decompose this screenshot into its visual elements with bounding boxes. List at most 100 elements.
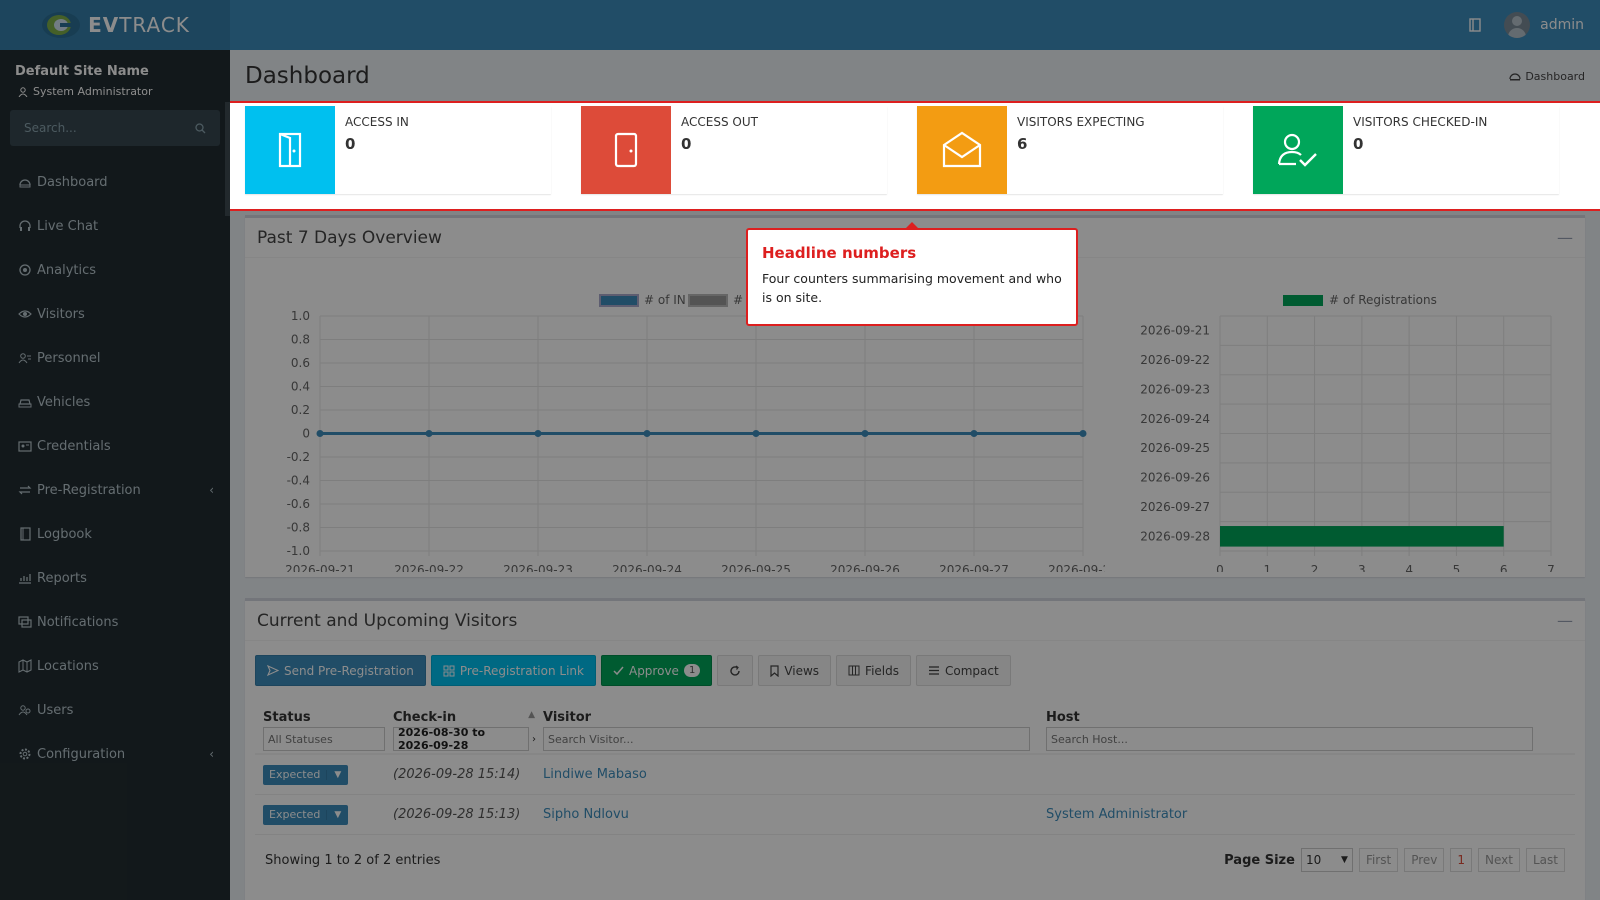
qrcode-icon [443,665,455,676]
x-tick-label: 2026-09-27 [939,563,1009,572]
chevron-right-icon[interactable]: › [532,734,536,745]
app-logo[interactable]: EVTRACK [0,0,230,50]
legend-label-in: # of IN [644,293,686,307]
stat-visitors-expecting[interactable]: VISITORS EXPECTING 6 [917,106,1223,194]
reports-icon [19,574,31,584]
visitor-search-input[interactable]: Search Visitor... [543,727,1030,751]
first-page-button[interactable]: First [1358,848,1399,872]
compact-button[interactable]: Compact [916,655,1011,686]
send-icon [267,665,279,676]
data-point [534,430,542,437]
y-tick-label: -1.0 [287,544,310,558]
search-icon[interactable] [195,122,206,134]
user-name: admin [1540,17,1584,33]
y-tick-label: 2026-09-21 [1140,324,1210,338]
user-menu[interactable]: admin [1504,12,1584,38]
legend-label-out: # [733,293,743,307]
refresh-button[interactable] [717,655,754,686]
sidebar-item-pre-registration[interactable]: Pre-Registration ‹ [0,468,230,512]
host-link[interactable]: System Administrator [1046,807,1566,822]
views-button[interactable]: Views [758,655,832,686]
sidebar-item-personnel[interactable]: Personnel [0,336,230,380]
page-size-select[interactable]: 10 ▼ [1300,848,1353,872]
collapse-icon[interactable]: — [1557,611,1573,630]
table-row[interactable]: Expected ▼ (2026-09-28 15:13) Sipho Ndlov… [255,795,1575,835]
sidebar-menu: Dashboard Live Chat Analytics Visitors P… [0,160,230,776]
sort-asc-icon: ▲ [528,710,535,720]
status-dropdown-button[interactable]: Expected ▼ [263,804,349,825]
users-icon [18,705,31,716]
table-row[interactable]: Expected ▼ (2026-09-28 15:14) Lindiwe Mab… [255,755,1575,795]
sidebar-item-reports[interactable]: Reports [0,556,230,600]
checkin-date-range[interactable]: 2026-08-30 to 2026-09-28 [393,726,529,752]
analytics-icon [19,264,31,276]
gear-icon [19,748,31,760]
caret-down-icon: ▼ [326,769,348,780]
approve-button[interactable]: Approve 1 [600,655,713,686]
prev-page-button[interactable]: Prev [1404,848,1445,872]
data-point [425,430,433,437]
fields-button[interactable]: Fields [836,655,911,686]
pre-registration-link-button[interactable]: Pre-Registration Link [430,655,596,686]
legend-swatch-out [688,294,728,307]
x-tick-label: 1 [1263,563,1271,572]
list-icon [929,666,939,675]
dashboard-icon [19,179,31,188]
headset-icon [19,220,31,231]
sidebar-item-vehicles[interactable]: Vehicles [0,380,230,424]
user-icon [18,86,28,97]
status-filter[interactable]: All Statuses [263,727,385,751]
x-tick-label: 7 [1547,563,1555,572]
tooltip-body: Four counters summarising movement and w… [762,271,1062,305]
send-pre-registration-button[interactable]: Send Pre-Registration [255,655,426,686]
approve-count-badge: 1 [683,664,701,677]
sidebar-item-notifications[interactable]: Notifications [0,600,230,644]
x-tick-label: 0 [1216,563,1224,572]
stat-access-in[interactable]: ACCESS IN 0 [245,106,551,194]
host-search-input[interactable]: Search Host... [1046,727,1533,751]
sidebar-item-live-chat[interactable]: Live Chat [0,204,230,248]
search-input[interactable]: Search... [24,121,195,135]
column-checkin[interactable]: Check-in ▲ [393,710,543,725]
visitor-link[interactable]: Lindiwe Mabaso [543,767,1046,782]
x-tick-label: 2026-09-23 [503,563,573,572]
sidebar-item-logbook[interactable]: Logbook [0,512,230,556]
legend-swatch-registrations [1283,295,1323,306]
stat-visitors-checked-in[interactable]: VISITORS CHECKED-IN 0 [1253,106,1559,194]
id-card-icon [18,441,32,452]
collapse-icon[interactable]: — [1557,228,1573,247]
visitor-link[interactable]: Sipho Ndlovu [543,807,1046,822]
breadcrumb[interactable]: Dashboard [1509,70,1585,83]
status-dropdown-button[interactable]: Expected ▼ [263,764,349,785]
column-host[interactable]: Host [1046,710,1566,725]
car-icon [18,399,32,408]
page-1-button[interactable]: 1 [1450,848,1473,872]
stat-label: ACCESS OUT [681,115,758,129]
envelope-open-icon [917,106,1007,194]
sidebar-item-locations[interactable]: Locations [0,644,230,688]
sidebar-item-visitors[interactable]: Visitors [0,292,230,336]
stats-row: ACCESS IN 0 ACCESS OUT 0 VISITORS EXPECTIN… [230,101,1600,211]
stat-access-out[interactable]: ACCESS OUT 0 [581,106,887,194]
last-page-button[interactable]: Last [1526,848,1565,872]
check-icon [613,666,624,675]
book-icon[interactable] [1468,18,1482,32]
next-page-button[interactable]: Next [1478,848,1520,872]
y-tick-label: 0.6 [291,356,310,370]
sidebar-item-configuration[interactable]: Configuration ‹ [0,732,230,776]
sidebar-item-analytics[interactable]: Analytics [0,248,230,292]
bar-chart: # of Registrations 0 1 2 3 4 5 6 7 2026-09-21 2026… [1140,293,1555,572]
column-status[interactable]: Status [255,710,393,725]
data-point [1079,430,1087,437]
column-visitor[interactable]: Visitor [543,710,1046,725]
y-tick-label: -0.4 [287,474,310,488]
refresh-icon [730,665,741,676]
x-tick-label: 2026-09-25 [721,563,791,572]
sidebar-item-credentials[interactable]: Credentials [0,424,230,468]
visitors-title: Current and Upcoming Visitors [257,610,518,631]
x-tick-label: 2026-09-26 [830,563,900,572]
sidebar-item-users[interactable]: Users [0,688,230,732]
table-header: Status Check-in ▲ Visitor Host [255,701,1575,725]
sidebar-search[interactable]: Search... [10,110,220,146]
sidebar-item-dashboard[interactable]: Dashboard [0,160,230,204]
